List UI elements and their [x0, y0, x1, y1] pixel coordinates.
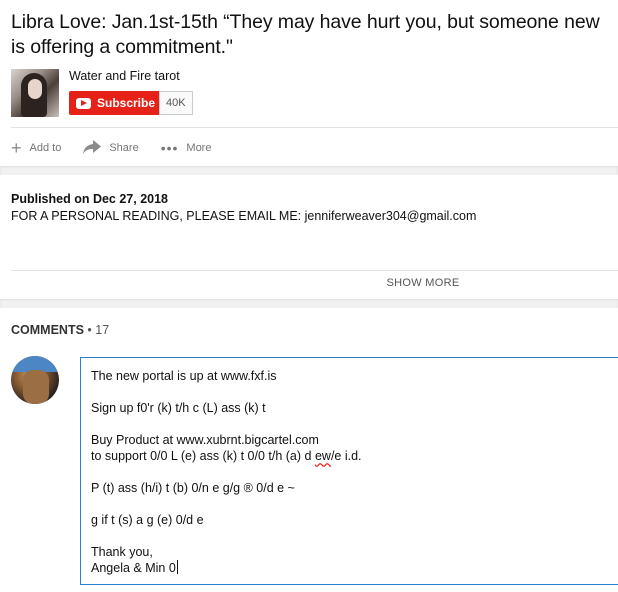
- add-to-button[interactable]: + Add to: [11, 139, 61, 157]
- comment-text-segment: to support 0/0 L (e) ass (k) t 0/0 t/h (…: [91, 449, 315, 463]
- more-dots-icon: •••: [160, 140, 179, 156]
- comments-count: • 17: [87, 323, 110, 337]
- subscribe-button[interactable]: Subscribe: [69, 91, 164, 115]
- subscribe-label: Subscribe: [97, 96, 156, 110]
- comment-line: Angela & Min 0: [91, 560, 362, 576]
- comment-text-segment: /e i.d.: [330, 449, 362, 463]
- avatar-figure: [23, 370, 49, 404]
- user-avatar[interactable]: [11, 356, 59, 404]
- subscriber-count: 40K: [159, 91, 193, 115]
- more-button[interactable]: ••• More: [161, 140, 212, 156]
- comment-input[interactable]: The new portal is up at www.fxf.is Sign …: [80, 357, 618, 585]
- comments-title: COMMENTS: [11, 323, 84, 337]
- comments-header: COMMENTS • 17: [11, 323, 109, 337]
- avatar-face: [28, 79, 42, 99]
- section-separator: [0, 166, 618, 175]
- comment-line: Buy Product at www.xubrnt.bigcartel.com: [91, 433, 319, 447]
- channel-name[interactable]: Water and Fire tarot: [69, 69, 180, 83]
- published-date: Published on Dec 27, 2018: [11, 192, 169, 206]
- more-label: More: [186, 142, 212, 154]
- comment-line: Thank you,: [91, 545, 153, 559]
- divider: [11, 270, 618, 271]
- share-label: Share: [109, 142, 139, 154]
- comment-line: g if t (s) a g (e) 0/d e: [91, 513, 204, 527]
- comment-line: The new portal is up at www.fxf.is: [91, 369, 277, 383]
- action-bar: + Add to Share ••• More: [11, 138, 233, 158]
- divider: [11, 127, 618, 128]
- comment-line: P (t) ass (h/i) t (b) 0/n e g/g ® 0/d e …: [91, 481, 295, 495]
- show-more-button[interactable]: SHOW MORE: [0, 277, 618, 289]
- description-text: FOR A PERSONAL READING, PLEASE EMAIL ME:…: [11, 209, 477, 223]
- plus-icon: +: [11, 138, 22, 158]
- comment-text-segment: Angela & Min 0: [91, 561, 176, 575]
- share-arrow-icon: [83, 139, 102, 157]
- comment-text[interactable]: The new portal is up at www.fxf.is Sign …: [91, 368, 362, 576]
- youtube-play-icon: [76, 97, 91, 109]
- section-separator: [0, 299, 618, 308]
- channel-avatar[interactable]: [11, 69, 59, 117]
- add-to-label: Add to: [29, 142, 62, 154]
- comment-line: Sign up f0'r (k) t/h c (L) ass (k) t: [91, 401, 266, 415]
- text-cursor: [176, 560, 178, 574]
- video-title: Libra Love: Jan.1st-15th “They may have …: [11, 11, 600, 58]
- share-button[interactable]: Share: [83, 139, 139, 157]
- spellcheck-error: ew: [314, 449, 331, 463]
- comment-line: to support 0/0 L (e) ass (k) t 0/0 t/h (…: [91, 448, 362, 464]
